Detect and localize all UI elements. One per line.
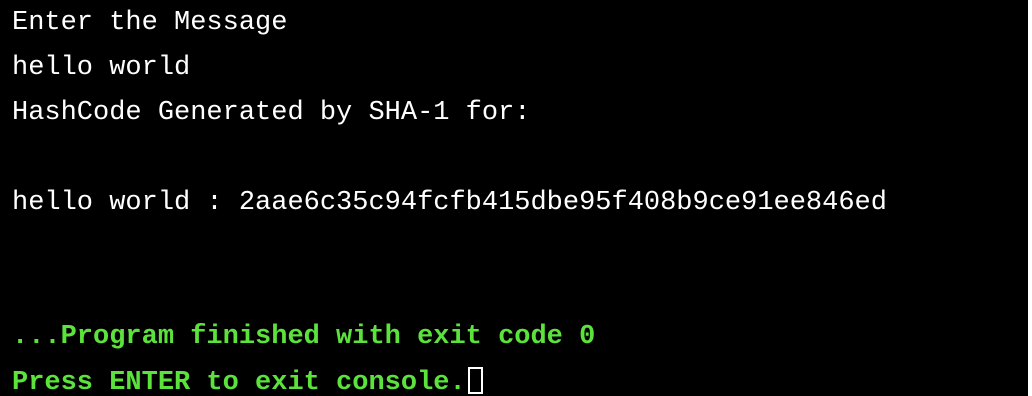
hash-header: HashCode Generated by SHA-1 for: (12, 98, 531, 128)
window-edge (1028, 0, 1032, 396)
console-output[interactable]: Enter the Message hello world HashCode G… (0, 0, 1028, 396)
exit-status-message: ...Program finished with exit code 0 (12, 322, 596, 352)
exit-prompt-line: Press ENTER to exit console. (12, 367, 483, 396)
input-echo: hello world (12, 53, 191, 83)
exit-prompt-text: Press ENTER to exit console. (12, 368, 466, 396)
text-cursor[interactable] (467, 367, 483, 394)
hash-result: hello world : 2aae6c35c94fcfb415dbe95f40… (12, 188, 887, 218)
prompt-enter-message: Enter the Message (12, 8, 288, 38)
